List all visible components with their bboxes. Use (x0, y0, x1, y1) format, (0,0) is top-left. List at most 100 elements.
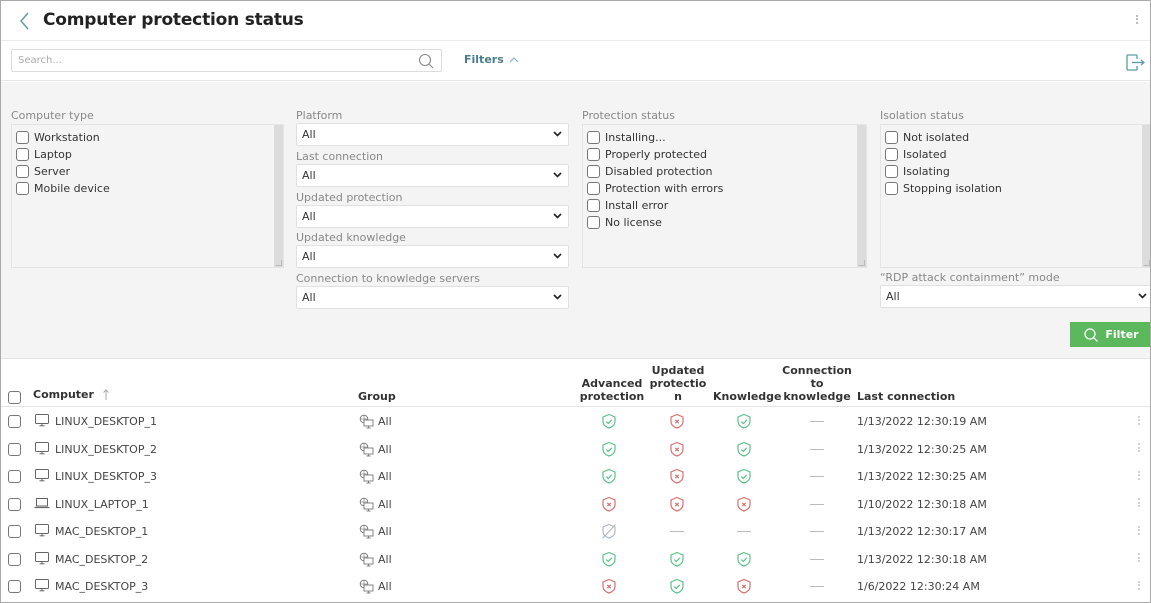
isolation-status-option-isolated[interactable]: Isolated (885, 146, 1150, 163)
table-row[interactable]: LINUX_DESKTOP_2 All 1/13/2022 12:30:25 A… (1, 436, 1150, 464)
column-header-knowledge[interactable]: Knowledge (713, 390, 782, 403)
sort-ascending-icon[interactable] (102, 388, 110, 401)
computer-cell[interactable]: MAC_DESKTOP_3 (34, 573, 148, 600)
back-arrow-icon[interactable] (16, 10, 34, 32)
protection-status-option-disabled-protection[interactable]: Disabled protection (587, 163, 866, 180)
protection-status-option-properly-protected[interactable]: Properly protected (587, 146, 866, 163)
table-row[interactable]: LINUX_DESKTOP_3 All 1/13/2022 12:30:25 A… (1, 463, 1150, 491)
column-header-connection-to-knowledge[interactable]: Connection to knowledge (781, 364, 853, 403)
computer-name[interactable]: LINUX_DESKTOP_3 (55, 470, 157, 483)
computer-type-option-mobile-device[interactable]: Mobile device (16, 180, 283, 197)
shield-check-icon (601, 441, 617, 458)
group-cell: All (359, 408, 392, 435)
row-more-options-icon[interactable] (1136, 579, 1142, 595)
connection-knowledge-servers-select[interactable]: All (296, 286, 569, 309)
filter-button[interactable]: Filter (1070, 322, 1150, 347)
resize-handle[interactable] (276, 260, 282, 266)
row-more-options-icon[interactable] (1136, 552, 1142, 568)
computer-type-option-workstation[interactable]: Workstation (16, 129, 283, 146)
computer-name[interactable]: LINUX_DESKTOP_2 (55, 443, 157, 456)
row-checkbox[interactable] (8, 470, 21, 483)
computer-cell[interactable]: MAC_DESKTOP_2 (34, 546, 148, 573)
checkbox[interactable] (16, 165, 29, 178)
computer-name[interactable]: MAC_DESKTOP_1 (55, 525, 148, 538)
computer-name[interactable]: MAC_DESKTOP_3 (55, 580, 148, 593)
computer-type-listbox[interactable]: Workstation Laptop Server Mobile device (11, 124, 284, 268)
search-icon[interactable] (417, 52, 435, 70)
row-more-options-icon[interactable] (1136, 469, 1142, 485)
row-checkbox[interactable] (8, 415, 21, 428)
computer-cell[interactable]: LINUX_DESKTOP_1 (34, 408, 157, 435)
protection-status-option-no-license[interactable]: No license (587, 214, 866, 231)
computer-cell[interactable]: LINUX_DESKTOP_2 (34, 436, 157, 463)
computer-type-option-server[interactable]: Server (16, 163, 283, 180)
checkbox[interactable] (587, 131, 600, 144)
isolation-status-option-not-isolated[interactable]: Not isolated (885, 129, 1150, 146)
scrollbar[interactable] (1142, 125, 1150, 267)
row-checkbox[interactable] (8, 442, 21, 456)
updated-knowledge-select[interactable]: All (296, 245, 569, 268)
resize-handle[interactable] (859, 260, 865, 266)
protection-status-option-install-error[interactable]: Install error (587, 197, 866, 214)
computer-name[interactable]: LINUX_DESKTOP_1 (55, 415, 157, 428)
computer-cell[interactable]: LINUX_DESKTOP_3 (34, 463, 157, 490)
row-more-options-icon[interactable] (1136, 497, 1142, 513)
scrollbar[interactable] (857, 125, 866, 267)
page-more-options-icon[interactable] (1134, 13, 1140, 29)
checkbox[interactable] (16, 148, 29, 161)
column-header-computer[interactable]: Computer (33, 388, 110, 401)
column-header-last-connection[interactable]: Last connection (857, 390, 955, 403)
search-input[interactable] (12, 50, 402, 71)
table-row[interactable]: MAC_DESKTOP_1 All 1/13/2022 12:30:17 AM (1, 518, 1150, 546)
row-checkbox[interactable] (8, 580, 21, 593)
platform-select[interactable]: All (296, 123, 569, 146)
computer-cell[interactable]: MAC_DESKTOP_1 (34, 518, 148, 545)
table-row[interactable]: LINUX_LAPTOP_1 All 1/10/2022 12:30:18 AM (1, 491, 1150, 519)
checkbox[interactable] (587, 216, 600, 229)
table-row[interactable]: MAC_DESKTOP_2 All 1/13/2022 12:30:18 AM (1, 546, 1150, 574)
advanced-protection-cell (579, 491, 639, 518)
checkbox[interactable] (587, 165, 600, 178)
isolation-status-option-isolating[interactable]: Isolating (885, 163, 1150, 180)
table-row[interactable]: LINUX_DESKTOP_1 All 1/13/2022 12:30:19 A… (1, 408, 1150, 436)
table-row[interactable]: MAC_DESKTOP_3 All 1/6/2022 12:30:24 AM (1, 573, 1150, 601)
checkbox[interactable] (885, 148, 898, 161)
protection-status-option-protection-with-errors[interactable]: Protection with errors (587, 180, 866, 197)
filters-toggle-button[interactable]: Filters (464, 53, 519, 66)
computer-name[interactable]: LINUX_LAPTOP_1 (55, 498, 149, 511)
column-header-advanced-protection[interactable]: Advanced protection (579, 377, 645, 403)
isolation-status-listbox[interactable]: Not isolated Isolated Isolating Stopping… (880, 124, 1150, 268)
checkbox[interactable] (885, 131, 898, 144)
laptop-icon (34, 496, 50, 513)
computer-name[interactable]: MAC_DESKTOP_2 (55, 553, 148, 566)
export-icon[interactable] (1124, 51, 1146, 73)
checkbox[interactable] (885, 182, 898, 195)
scrollbar[interactable] (274, 125, 283, 267)
last-connection-select[interactable]: All (296, 164, 569, 187)
computer-cell[interactable]: LINUX_LAPTOP_1 (34, 491, 149, 518)
row-checkbox[interactable] (8, 552, 21, 566)
row-more-options-icon[interactable] (1136, 414, 1142, 430)
protection-status-listbox[interactable]: Installing... Properly protected Disable… (582, 124, 867, 268)
rdp-mode-select[interactable]: All (880, 285, 1150, 308)
protection-status-option-installing[interactable]: Installing... (587, 129, 866, 146)
desktop-icon (34, 413, 50, 430)
row-more-options-icon[interactable] (1136, 442, 1142, 458)
column-header-group[interactable]: Group (358, 390, 396, 403)
checkbox[interactable] (587, 148, 600, 161)
resize-handle[interactable] (1144, 260, 1150, 266)
checkbox[interactable] (885, 165, 898, 178)
row-more-options-icon[interactable] (1136, 524, 1142, 540)
column-header-updated-protection[interactable]: Updated protectio n (649, 364, 707, 403)
checkbox[interactable] (16, 131, 29, 144)
checkbox[interactable] (587, 182, 600, 195)
updated-protection-select[interactable]: All (296, 205, 569, 228)
isolation-status-option-stopping-isolation[interactable]: Stopping isolation (885, 180, 1150, 197)
row-checkbox[interactable] (8, 497, 21, 511)
computer-type-option-laptop[interactable]: Laptop (16, 146, 283, 163)
checkbox[interactable] (587, 199, 600, 212)
last-connection-cell: 1/6/2022 12:30:24 AM (857, 573, 980, 600)
checkbox[interactable] (16, 182, 29, 195)
row-checkbox[interactable] (8, 525, 21, 538)
select-all-checkbox[interactable] (8, 391, 21, 404)
